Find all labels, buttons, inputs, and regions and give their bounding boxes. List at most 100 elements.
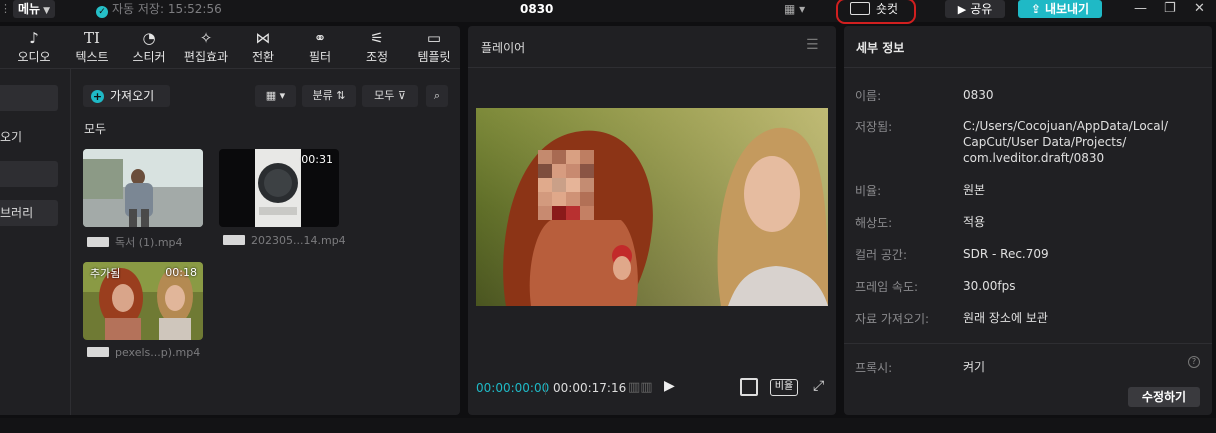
sort-button[interactable]: 분류 ⇅ [302,85,356,107]
divider [468,67,836,68]
effects-icon: ✧ [199,29,213,47]
minimize-icon[interactable]: — [1134,1,1147,16]
details-panel [844,26,1212,415]
search-icon: ⌕ [433,89,441,102]
info-label: 이름: [855,89,882,103]
tab-label: 조정 [365,50,389,64]
media-thumbnail[interactable]: 00:31 [219,149,339,227]
tab-label: 스티커 [132,50,166,64]
play-icon: ▶ [664,378,675,394]
tab-template[interactable]: ▭ 템플릿 [408,28,460,65]
info-label: 프레임 속도: [855,280,919,294]
proxy-value[interactable]: 켜기 [963,359,985,375]
media-thumbnail[interactable]: 추가됨 00:18 [83,262,203,340]
plus-icon: + [91,90,104,103]
edit-button[interactable]: 수정하기 [1128,387,1200,407]
menu-label: 메뉴 [18,2,41,16]
proxy-label: 프록시: [855,361,893,375]
leftnav-item-2[interactable]: 오기 [0,128,22,145]
app-logo-icon: ⋮ [0,2,11,15]
tab-label: 편집효과 [183,50,229,64]
info-value: 0830 [963,88,994,102]
filter-icon: ⚭ [313,29,327,47]
upload-icon: ⇪ [1030,2,1041,16]
video-file-icon [223,235,245,245]
leftnav-item-1[interactable] [0,85,58,111]
transition-icon: ⋈ [255,29,271,47]
details-title: 세부 정보 [856,41,905,55]
leftnav-item-3[interactable] [0,161,58,187]
sort-label: 분류 [312,89,333,102]
sort-icon: ⇅ [332,89,346,102]
media-thumbnail[interactable] [83,149,203,227]
share-icon: ▶ [957,3,967,16]
sticker-icon: ◔ [142,29,156,47]
info-value: 30.00fps [963,279,1016,293]
chevron-down-icon: ▼ [43,6,51,16]
export-button[interactable]: ⇪ 내보내기 [1018,0,1102,18]
grid-icon: ▦ ▾ [265,89,286,102]
info-label: 해상도: [855,216,893,230]
pixelated-face [538,150,594,220]
frames-grid-icon[interactable]: ▥▥ [628,380,653,395]
restore-icon[interactable]: ❐ [1164,1,1176,16]
video-frame-image [476,108,828,306]
autosave-label: 자동 저장: 15:52:56 [112,2,222,16]
import-button[interactable]: + 가져오기 [83,85,170,107]
video-file-icon [87,347,109,357]
tab-text[interactable]: TI 텍스트 [66,28,118,65]
tab-sticker[interactable]: ◔ 스티커 [123,28,175,65]
fit-screen-icon[interactable] [740,378,758,396]
filename-label: 202305...14.mp4 [251,234,346,247]
menu-button[interactable]: 메뉴 ▼ [13,0,56,18]
tab-filter[interactable]: ⚭ 필터 [294,28,346,65]
timeline-toolbar [0,418,1216,433]
view-toggle-button[interactable]: ▦ ▾ [255,85,296,107]
help-icon[interactable]: ? [1188,356,1200,368]
info-label: 자료 가져오기: [855,312,930,326]
audio-icon: ♪ [29,29,39,47]
info-label: 비율: [855,184,882,198]
search-button[interactable]: ⌕ [426,85,448,107]
tab-label: 전환 [251,50,275,64]
leftnav-item-library[interactable]: 브러리 [0,200,58,226]
layout-icon[interactable]: ▦ ▾ [784,2,805,16]
divider [70,69,71,415]
share-button[interactable]: ▶ 공유 [945,0,1005,18]
info-value: com.lveditor.draft/0830 [963,151,1105,165]
thumbnail-image [83,149,203,227]
fullscreen-icon[interactable]: ⤢ [813,378,824,394]
tab-label: 텍스트 [75,50,109,64]
divider [844,343,1212,344]
filter-button[interactable]: 모두 ⊽ [362,85,418,107]
info-value: 원본 [963,183,986,197]
ratio-button[interactable]: 비율 [770,379,798,396]
filter-icon: ⊽ [394,89,406,102]
duration-label: 00:18 [165,266,197,279]
filename-label: 독서 (1).mp4 [115,236,183,249]
player-title: 플레이어 [481,41,526,55]
info-value: CapCut/User Data/Projects/ [963,135,1127,149]
adjust-icon: ⚟ [370,29,384,47]
added-badge: 추가됨 [90,267,121,280]
play-button[interactable]: ▶ [664,378,675,394]
current-timecode: 00:00:00:00 [476,381,550,395]
video-file-icon [87,237,109,247]
tab-label: 오디오 [17,50,51,64]
divider [545,382,546,395]
text-icon: TI [84,29,100,47]
close-icon[interactable]: ✕ [1194,1,1205,16]
tab-transition[interactable]: ⋈ 전환 [237,28,289,65]
info-label: 저장됨: [855,120,893,134]
tab-adjust[interactable]: ⚟ 조정 [351,28,403,65]
tab-effects[interactable]: ✧ 편집효과 [180,28,232,65]
template-icon: ▭ [426,29,442,47]
filename-label: pexels...p).mp4 [115,346,201,359]
tab-label: 템플릿 [417,50,451,64]
video-preview[interactable] [476,108,828,306]
hamburger-menu-icon[interactable]: ☰ [806,37,819,53]
duration-label: 00:31 [301,153,333,166]
ratio-label: 비율 [774,381,794,392]
tab-audio[interactable]: ♪ 오디오 [8,28,60,65]
shortcut-button[interactable]: 숏컷 [850,0,898,20]
